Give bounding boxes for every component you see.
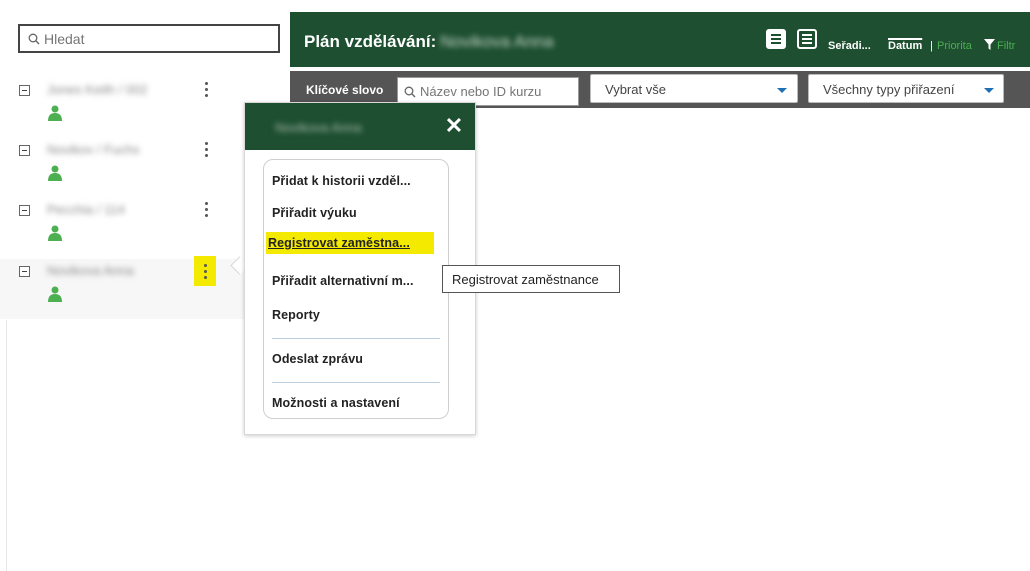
user-icon bbox=[48, 225, 62, 241]
select-all-value: Vybrat vše bbox=[605, 82, 666, 97]
sort-date-option[interactable]: Datum bbox=[888, 40, 922, 52]
tree-item-name[interactable]: Jones Keith / 002 bbox=[47, 82, 147, 97]
page-title-label: Plán vzdělávání: bbox=[304, 32, 437, 51]
menu-divider bbox=[272, 338, 440, 339]
chevron-down-icon bbox=[777, 88, 787, 93]
detail-view-icon[interactable] bbox=[766, 29, 786, 49]
menu-item-send-message[interactable]: Odeslat zprávu bbox=[272, 352, 363, 366]
sort-separator: | bbox=[930, 40, 933, 52]
keyword-label: Klíčové slovo bbox=[306, 83, 384, 97]
tree-item[interactable]: Jones Keith / 002 bbox=[0, 78, 245, 138]
page-title: Plán vzdělávání: Novikova Anna bbox=[304, 32, 554, 52]
user-icon bbox=[48, 105, 62, 121]
people-search-input[interactable] bbox=[44, 30, 264, 47]
tree-item-name[interactable]: Pecchia / 114 bbox=[47, 202, 125, 217]
menu-item-register-employee[interactable]: Registrovat zaměstna... bbox=[266, 232, 434, 254]
tree-item[interactable]: Novikov / Fuchs bbox=[0, 138, 245, 198]
filter-link[interactable]: Filtr bbox=[997, 40, 1015, 52]
tree-item[interactable]: Pecchia / 114 bbox=[0, 198, 245, 258]
more-options-icon[interactable] bbox=[196, 138, 216, 160]
close-icon[interactable]: ✕ bbox=[444, 115, 464, 137]
sort-priority-option[interactable]: Priorita bbox=[937, 40, 972, 52]
list-view-icon[interactable] bbox=[797, 29, 817, 49]
collapse-toggle[interactable] bbox=[19, 145, 30, 156]
filter-icon[interactable] bbox=[984, 39, 995, 50]
learning-plan-header: Plán vzdělávání: Novikova Anna Seřadi... … bbox=[290, 12, 1030, 67]
menu-divider bbox=[272, 382, 440, 383]
keyword-input[interactable] bbox=[420, 84, 575, 99]
collapse-toggle[interactable] bbox=[19, 205, 30, 216]
popup-person-name: Novikova Anna bbox=[275, 120, 362, 135]
search-icon bbox=[28, 33, 40, 44]
people-search-field[interactable] bbox=[18, 24, 280, 53]
popup-header: Novikova Anna ✕ bbox=[245, 103, 475, 150]
collapse-toggle[interactable] bbox=[19, 85, 30, 96]
more-options-icon[interactable] bbox=[196, 198, 216, 220]
panel-divider bbox=[6, 320, 7, 571]
search-icon bbox=[404, 86, 416, 97]
tree-item-name[interactable]: Novikova Anna bbox=[47, 263, 134, 278]
menu-item-reports[interactable]: Reporty bbox=[272, 308, 320, 322]
assignment-type-value: Všechny typy přiřazení bbox=[823, 82, 955, 97]
more-options-icon[interactable] bbox=[196, 78, 216, 100]
assignment-type-dropdown[interactable]: Všechny typy přiřazení bbox=[808, 74, 1004, 103]
user-icon bbox=[48, 286, 62, 302]
select-all-dropdown[interactable]: Vybrat vše bbox=[590, 74, 798, 103]
sort-label: Seřadi... bbox=[828, 40, 871, 52]
more-options-icon[interactable] bbox=[194, 256, 216, 286]
collapse-toggle[interactable] bbox=[19, 266, 30, 277]
menu-item-assign-alternative[interactable]: Přiřadit alternativní m... bbox=[272, 274, 414, 288]
menu-item-assign-learning[interactable]: Přiřadit výuku bbox=[272, 206, 357, 220]
tree-item-name[interactable]: Novikov / Fuchs bbox=[47, 142, 139, 157]
tree-item-selected[interactable]: Novikova Anna bbox=[0, 256, 245, 319]
chevron-down-icon bbox=[984, 88, 994, 93]
user-icon bbox=[48, 165, 62, 181]
menu-item-options-settings[interactable]: Možnosti a nastavení bbox=[272, 396, 400, 410]
menu-item-add-history[interactable]: Přidat k historii vzděl... bbox=[272, 174, 411, 188]
tooltip: Registrovat zaměstnance bbox=[442, 265, 620, 293]
page-title-name: Novikova Anna bbox=[440, 32, 554, 51]
actions-menu: Přidat k historii vzděl... Přiřadit výuk… bbox=[263, 159, 449, 419]
